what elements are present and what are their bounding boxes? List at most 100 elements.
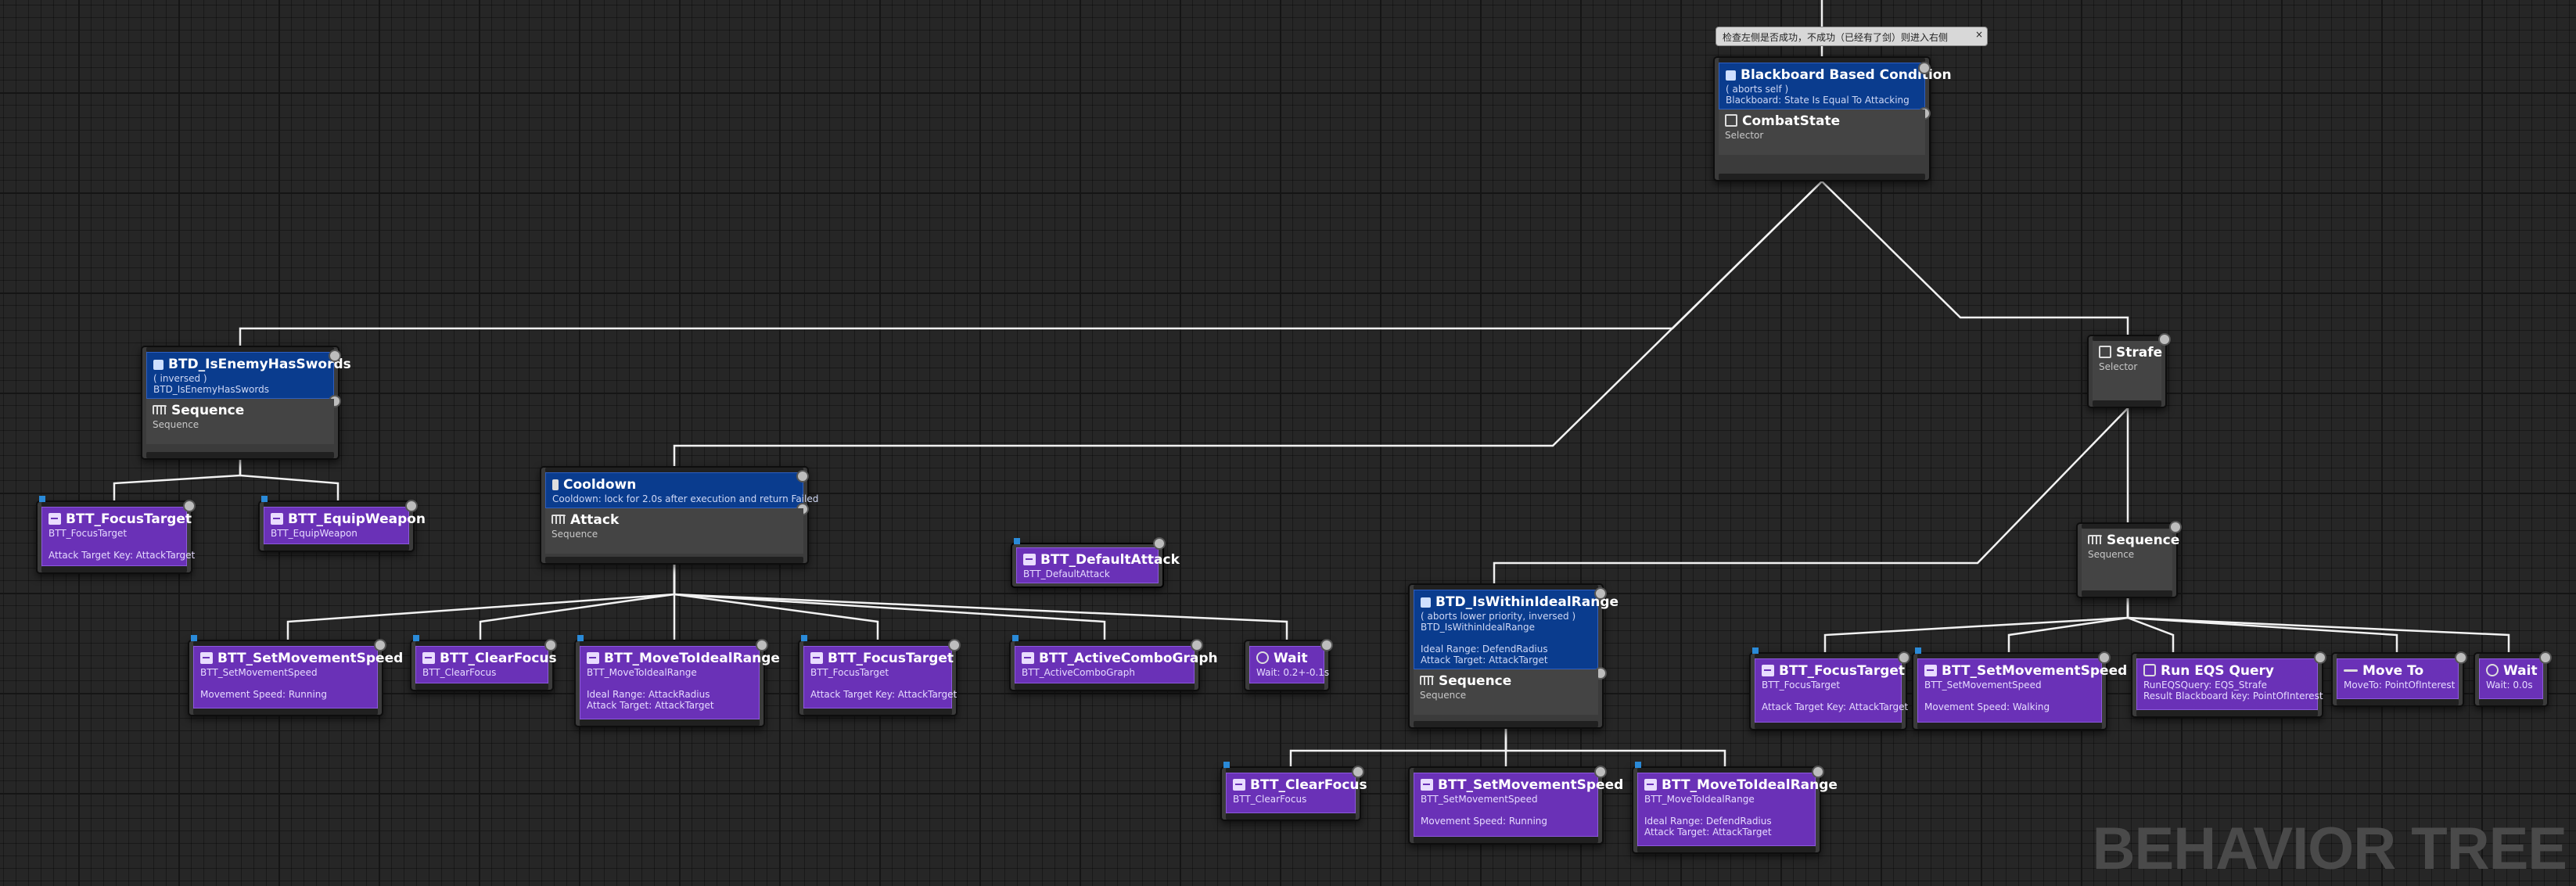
task-icon <box>1924 665 1937 676</box>
breakpoint-circle[interactable] <box>756 639 768 651</box>
task-icon <box>1022 652 1034 664</box>
sequence-icon <box>153 405 167 414</box>
output-pin[interactable] <box>1414 721 1598 727</box>
task-default-attack[interactable]: BTT_DefaultAttack BTT_DefaultAttack <box>1011 537 1180 588</box>
output-pin <box>1226 813 1356 820</box>
breakpoint-marker <box>413 635 419 641</box>
breakpoint-marker <box>191 635 197 641</box>
output-pin[interactable] <box>146 452 334 458</box>
selector-icon <box>2099 346 2111 358</box>
output-pin[interactable] <box>1719 174 1925 180</box>
task-equip-weapon[interactable]: BTT_EquipWeapon BTT_EquipWeapon <box>258 496 426 552</box>
task-wait[interactable]: Wait Wait: 0.2+-0.1s <box>1244 639 1333 691</box>
task-icon <box>587 652 599 664</box>
wire <box>2126 598 2398 652</box>
task-move-to-ideal-range[interactable]: BTT_MoveToIdealRange BTT_MoveToIdealRang… <box>574 635 780 727</box>
task-icon <box>1233 779 1245 791</box>
output-pin <box>1755 723 1902 729</box>
output-pin <box>803 708 952 715</box>
breakpoint-circle[interactable] <box>183 500 196 512</box>
task-icon <box>1762 665 1774 676</box>
wire <box>239 460 340 500</box>
decorator-blackboard-condition[interactable]: Blackboard Based Condition ( aborts self… <box>1719 62 1952 120</box>
task-move-to[interactable]: Move To MoveTo: PointOfInterest <box>2331 651 2467 707</box>
task-move-to-ideal-range[interactable]: BTT_MoveToIdealRange BTT_MoveToIdealRang… <box>1632 762 1838 854</box>
output-pin <box>41 566 187 572</box>
clock-icon <box>1256 651 1269 664</box>
breakpoint-circle[interactable] <box>374 639 386 651</box>
task-run-eqs-query[interactable]: Run EQS Query RunEQSQuery: EQS_Strafe Re… <box>2131 651 2326 718</box>
behavior-tree-graph[interactable]: 检查左侧是否成功，不成功（已经有了剑）则进入右侧 × Blackboard Ba… <box>0 0 2576 886</box>
comment-bubble[interactable]: 检查左侧是否成功，不成功（已经有了剑）则进入右侧 × <box>1716 27 1988 46</box>
breakpoint-circle[interactable] <box>2158 333 2171 346</box>
sequence-icon <box>2088 535 2102 544</box>
breakpoint-circle[interactable] <box>1898 651 1910 664</box>
task-focus-target[interactable]: BTT_FocusTarget BTT_FocusTarget Attack T… <box>36 496 196 574</box>
comment-text: 检查左侧是否成功，不成功（已经有了剑）则进入右侧 <box>1723 32 1949 43</box>
task-focus-target[interactable]: BTT_FocusTarget BTT_FocusTarget Attack T… <box>1749 647 1910 730</box>
cooldown-icon <box>552 479 559 490</box>
breakpoint-marker <box>261 496 268 502</box>
wire <box>2007 598 2129 652</box>
breakpoint-circle[interactable] <box>2455 651 2467 664</box>
task-clear-focus[interactable]: BTT_ClearFocus BTT_ClearFocus <box>1220 762 1367 821</box>
breakpoint-circle[interactable] <box>796 470 809 482</box>
breakpoint-circle[interactable] <box>1191 639 1203 651</box>
task-set-movement-speed[interactable]: BTT_SetMovementSpeed BTT_SetMovementSpee… <box>1912 647 2127 730</box>
wire <box>2126 598 2175 652</box>
breakpoint-marker <box>801 635 807 641</box>
wire <box>1821 181 2129 335</box>
wire <box>239 181 1823 346</box>
output-pin <box>2479 699 2543 705</box>
breakpoint-circle[interactable] <box>544 639 557 651</box>
task-clear-focus[interactable]: BTT_ClearFocus BTT_ClearFocus <box>410 635 557 691</box>
breakpoint-circle[interactable] <box>1594 587 1607 600</box>
node-combat-state[interactable]: Blackboard Based Condition ( aborts self… <box>1713 56 1952 181</box>
wire <box>1493 407 2129 583</box>
breakpoint-marker <box>1752 647 1759 654</box>
breakpoint-circle[interactable] <box>2539 651 2552 664</box>
breakpoint-circle[interactable] <box>405 500 418 512</box>
breakpoint-circle[interactable] <box>1918 62 1931 74</box>
breakpoint-circle[interactable] <box>329 350 341 362</box>
task-set-movement-speed[interactable]: BTT_SetMovementSpeed BTT_SetMovementSpee… <box>1408 766 1623 845</box>
task-icon <box>1421 779 1433 791</box>
breakpoint-circle[interactable] <box>1320 639 1333 651</box>
breakpoint-marker <box>1915 647 1921 654</box>
output-pin[interactable] <box>2082 590 2172 597</box>
decorator-is-enemy-has-swords[interactable]: BTD_IsEnemyHasSwords ( inversed ) BTD_Is… <box>146 350 351 407</box>
node-strafe-sequence[interactable]: Sequence Sequence <box>2076 521 2182 598</box>
task-icon <box>49 513 61 525</box>
graph-type-watermark: BEHAVIOR TREE <box>2092 816 2567 882</box>
node-attack[interactable]: Cooldown Cooldown: lock for 2.0s after e… <box>540 466 818 565</box>
task-active-combo-graph[interactable]: BTT_ActiveComboGraph BTT_ActiveComboGrap… <box>1009 635 1218 691</box>
output-pin[interactable] <box>545 557 803 563</box>
breakpoint-circle[interactable] <box>1812 766 1824 778</box>
breakpoint-circle[interactable] <box>1153 537 1166 550</box>
task-focus-target[interactable]: BTT_FocusTarget BTT_FocusTarget Attack T… <box>798 635 961 716</box>
output-pin <box>1249 683 1324 690</box>
close-icon[interactable]: × <box>1975 29 1983 40</box>
task-wait[interactable]: Wait Wait: 0.0s <box>2474 651 2552 707</box>
breakpoint-circle[interactable] <box>1594 766 1607 778</box>
task-icon <box>271 513 283 525</box>
task-set-movement-speed[interactable]: BTT_SetMovementSpeed BTT_SetMovementSpee… <box>188 635 403 716</box>
output-pin[interactable] <box>2093 400 2161 407</box>
output-pin <box>415 683 548 690</box>
decorator-cooldown[interactable]: Cooldown Cooldown: lock for 2.0s after e… <box>545 470 818 515</box>
breakpoint-circle[interactable] <box>948 639 961 651</box>
breakpoint-circle[interactable] <box>1352 766 1364 778</box>
task-icon <box>422 652 435 664</box>
decorator-icon <box>1421 597 1431 608</box>
node-strafe[interactable]: Strafe Selector <box>2087 333 2171 408</box>
breakpoint-circle[interactable] <box>2314 651 2326 664</box>
output-pin <box>1637 846 1816 852</box>
node-enemy-has-swords[interactable]: BTD_IsEnemyHasSwords ( inversed ) BTD_Is… <box>141 346 351 460</box>
clock-icon <box>2486 664 2499 676</box>
breakpoint-circle[interactable] <box>2098 651 2111 664</box>
output-pin <box>1917 723 2102 729</box>
output-pin <box>580 719 760 726</box>
node-within-ideal-range[interactable]: BTD_IsWithinIdealRange ( aborts lower pr… <box>1408 583 1619 729</box>
decorator-is-within-ideal-range[interactable]: BTD_IsWithinIdealRange ( aborts lower pr… <box>1414 587 1619 680</box>
breakpoint-circle[interactable] <box>2169 521 2182 533</box>
